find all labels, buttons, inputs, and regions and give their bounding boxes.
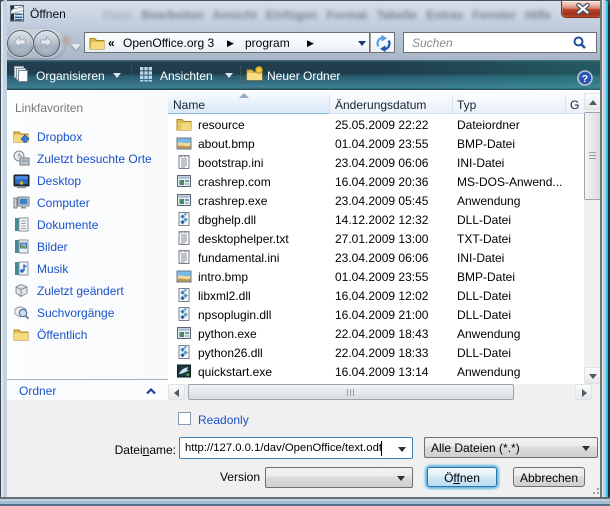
svg-text:?: ?: [582, 73, 588, 85]
